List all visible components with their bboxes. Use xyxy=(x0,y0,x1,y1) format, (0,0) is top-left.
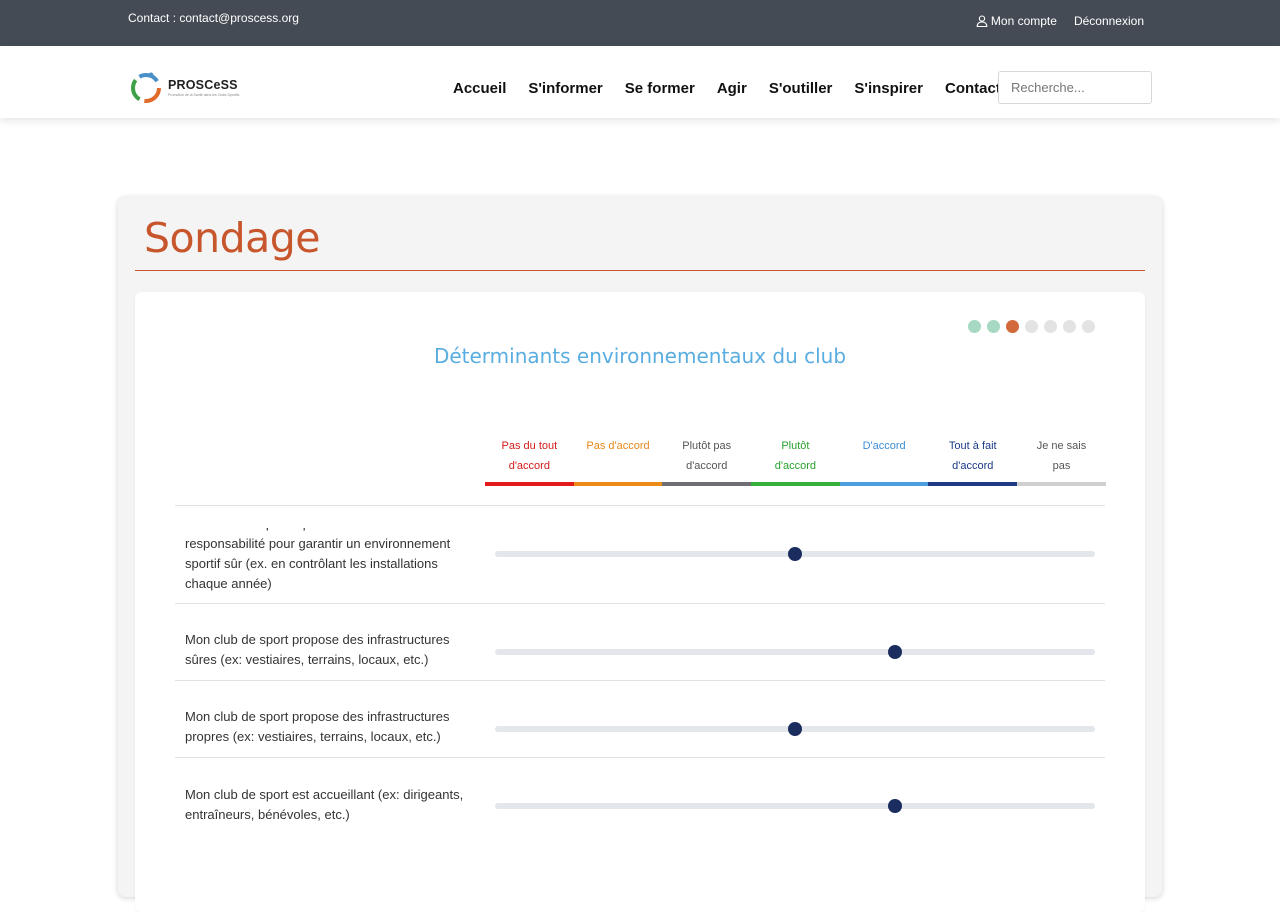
top-bar: Contact : contact@proscess.org Mon compt… xyxy=(0,0,1280,46)
slider-handle[interactable] xyxy=(788,722,802,736)
scale-option-label: Plutôt pas xyxy=(682,440,732,452)
progress-dot xyxy=(1082,320,1095,333)
survey-panel: Déterminants environnementaux du club Pa… xyxy=(135,292,1145,912)
nav-item-s-outiller[interactable]: S'outiller xyxy=(769,80,833,97)
scale-option-label: Pas du tout xyxy=(501,440,558,452)
slider-handle[interactable] xyxy=(788,547,802,561)
question-clip: Mon club de sport a pris des mesures de … xyxy=(185,528,480,594)
divider xyxy=(175,505,1105,506)
nav-item-s-inspirer[interactable]: S'inspirer xyxy=(854,80,923,97)
divider xyxy=(175,757,1105,758)
nav-item-s-informer[interactable]: S'informer xyxy=(528,80,602,97)
question-text: Mon club de sport propose des infrastruc… xyxy=(185,632,450,667)
survey-card: Sondage Déterminants environnementaux du… xyxy=(118,197,1162,912)
scale-option: Plutôt pas d'accord xyxy=(662,436,752,486)
nav-item-contact[interactable]: Contact xyxy=(945,80,1001,97)
brand-name: PROSCeSS xyxy=(168,77,238,92)
scale-option: D'accord xyxy=(839,436,929,486)
scale-option-label-2 xyxy=(840,456,929,476)
title-divider xyxy=(135,270,1145,271)
scale-option-label: Je ne sais xyxy=(1036,440,1087,452)
question-text: Mon club de sport a pris des mesures de … xyxy=(185,528,451,591)
scale-option: Je ne sais pas xyxy=(1017,436,1106,486)
scale-option-label-2: d'accord xyxy=(774,460,817,472)
answer-slider[interactable] xyxy=(495,722,1095,736)
scale-option-label-2: d'accord xyxy=(686,460,728,472)
scale-option: Tout à fait d'accord xyxy=(928,436,1018,486)
scale-option: Pas du tout d'accord xyxy=(485,436,574,486)
nav-item-accueil[interactable]: Accueil xyxy=(453,80,506,97)
logout-link[interactable]: Déconnexion xyxy=(1074,14,1144,28)
account-links: Mon compte Déconnexion xyxy=(976,14,1144,28)
user-icon xyxy=(976,15,988,27)
progress-dot xyxy=(1025,320,1038,333)
logo-ring-icon xyxy=(131,72,161,103)
search-input[interactable] xyxy=(998,71,1152,104)
progress-dot xyxy=(987,320,1000,333)
nav-item-se-former[interactable]: Se former xyxy=(625,80,695,97)
contact-email[interactable]: Contact : contact@proscess.org xyxy=(128,11,299,25)
section-title: Déterminants environnementaux du club xyxy=(433,344,847,368)
answer-scale-header: Pas du tout d'accord Pas d'accord Plutôt p… xyxy=(485,436,1106,486)
progress-dot xyxy=(1044,320,1057,333)
scale-option: Pas d'accord xyxy=(573,436,663,486)
answer-slider[interactable] xyxy=(495,799,1095,813)
divider xyxy=(175,603,1105,604)
answer-slider[interactable] xyxy=(495,645,1095,659)
slider-handle[interactable] xyxy=(888,645,903,659)
brand: PROSCeSS Promotion de la Santé dans les … xyxy=(168,78,239,97)
scale-option-label: Pas d'accord xyxy=(586,440,650,452)
scale-option-label-2 xyxy=(574,456,663,476)
scale-option-label-2: d'accord xyxy=(952,460,994,472)
progress-dots xyxy=(968,320,1095,333)
main-navbar: PROSCeSS Promotion de la Santé dans les … xyxy=(0,46,1280,118)
progress-dot xyxy=(968,320,981,333)
question-text: Mon club de sport est accueillant (ex: d… xyxy=(185,787,464,822)
main-menu: Accueil S'informer Se former Agir S'outiller… xyxy=(453,80,1001,97)
progress-dot xyxy=(1063,320,1076,333)
slider-handle[interactable] xyxy=(888,799,903,813)
my-account-label: Mon compte xyxy=(990,14,1057,28)
page-title: Sondage xyxy=(144,214,321,262)
brand-tagline: Promotion de la Santé dans les Clubs Spo… xyxy=(168,92,240,97)
scale-option-label: D'accord xyxy=(862,440,906,452)
scale-option-label: Tout à fait xyxy=(948,440,997,452)
scale-option: Plutôt d'accord xyxy=(751,436,840,486)
scale-option-label-2: pas xyxy=(1052,460,1071,472)
question-text: Mon club de sport propose des infrastruc… xyxy=(185,709,450,744)
divider xyxy=(175,680,1105,681)
answer-slider[interactable] xyxy=(495,547,1095,561)
scale-option-label: Plutôt xyxy=(781,440,810,452)
scale-option-label-2: d'accord xyxy=(508,460,550,472)
logo[interactable]: PROSCeSS Promotion de la Santé dans les … xyxy=(128,69,239,105)
nav-item-agir[interactable]: Agir xyxy=(717,80,747,97)
my-account-link[interactable]: Mon compte xyxy=(976,14,1057,28)
progress-dot xyxy=(1006,320,1019,333)
